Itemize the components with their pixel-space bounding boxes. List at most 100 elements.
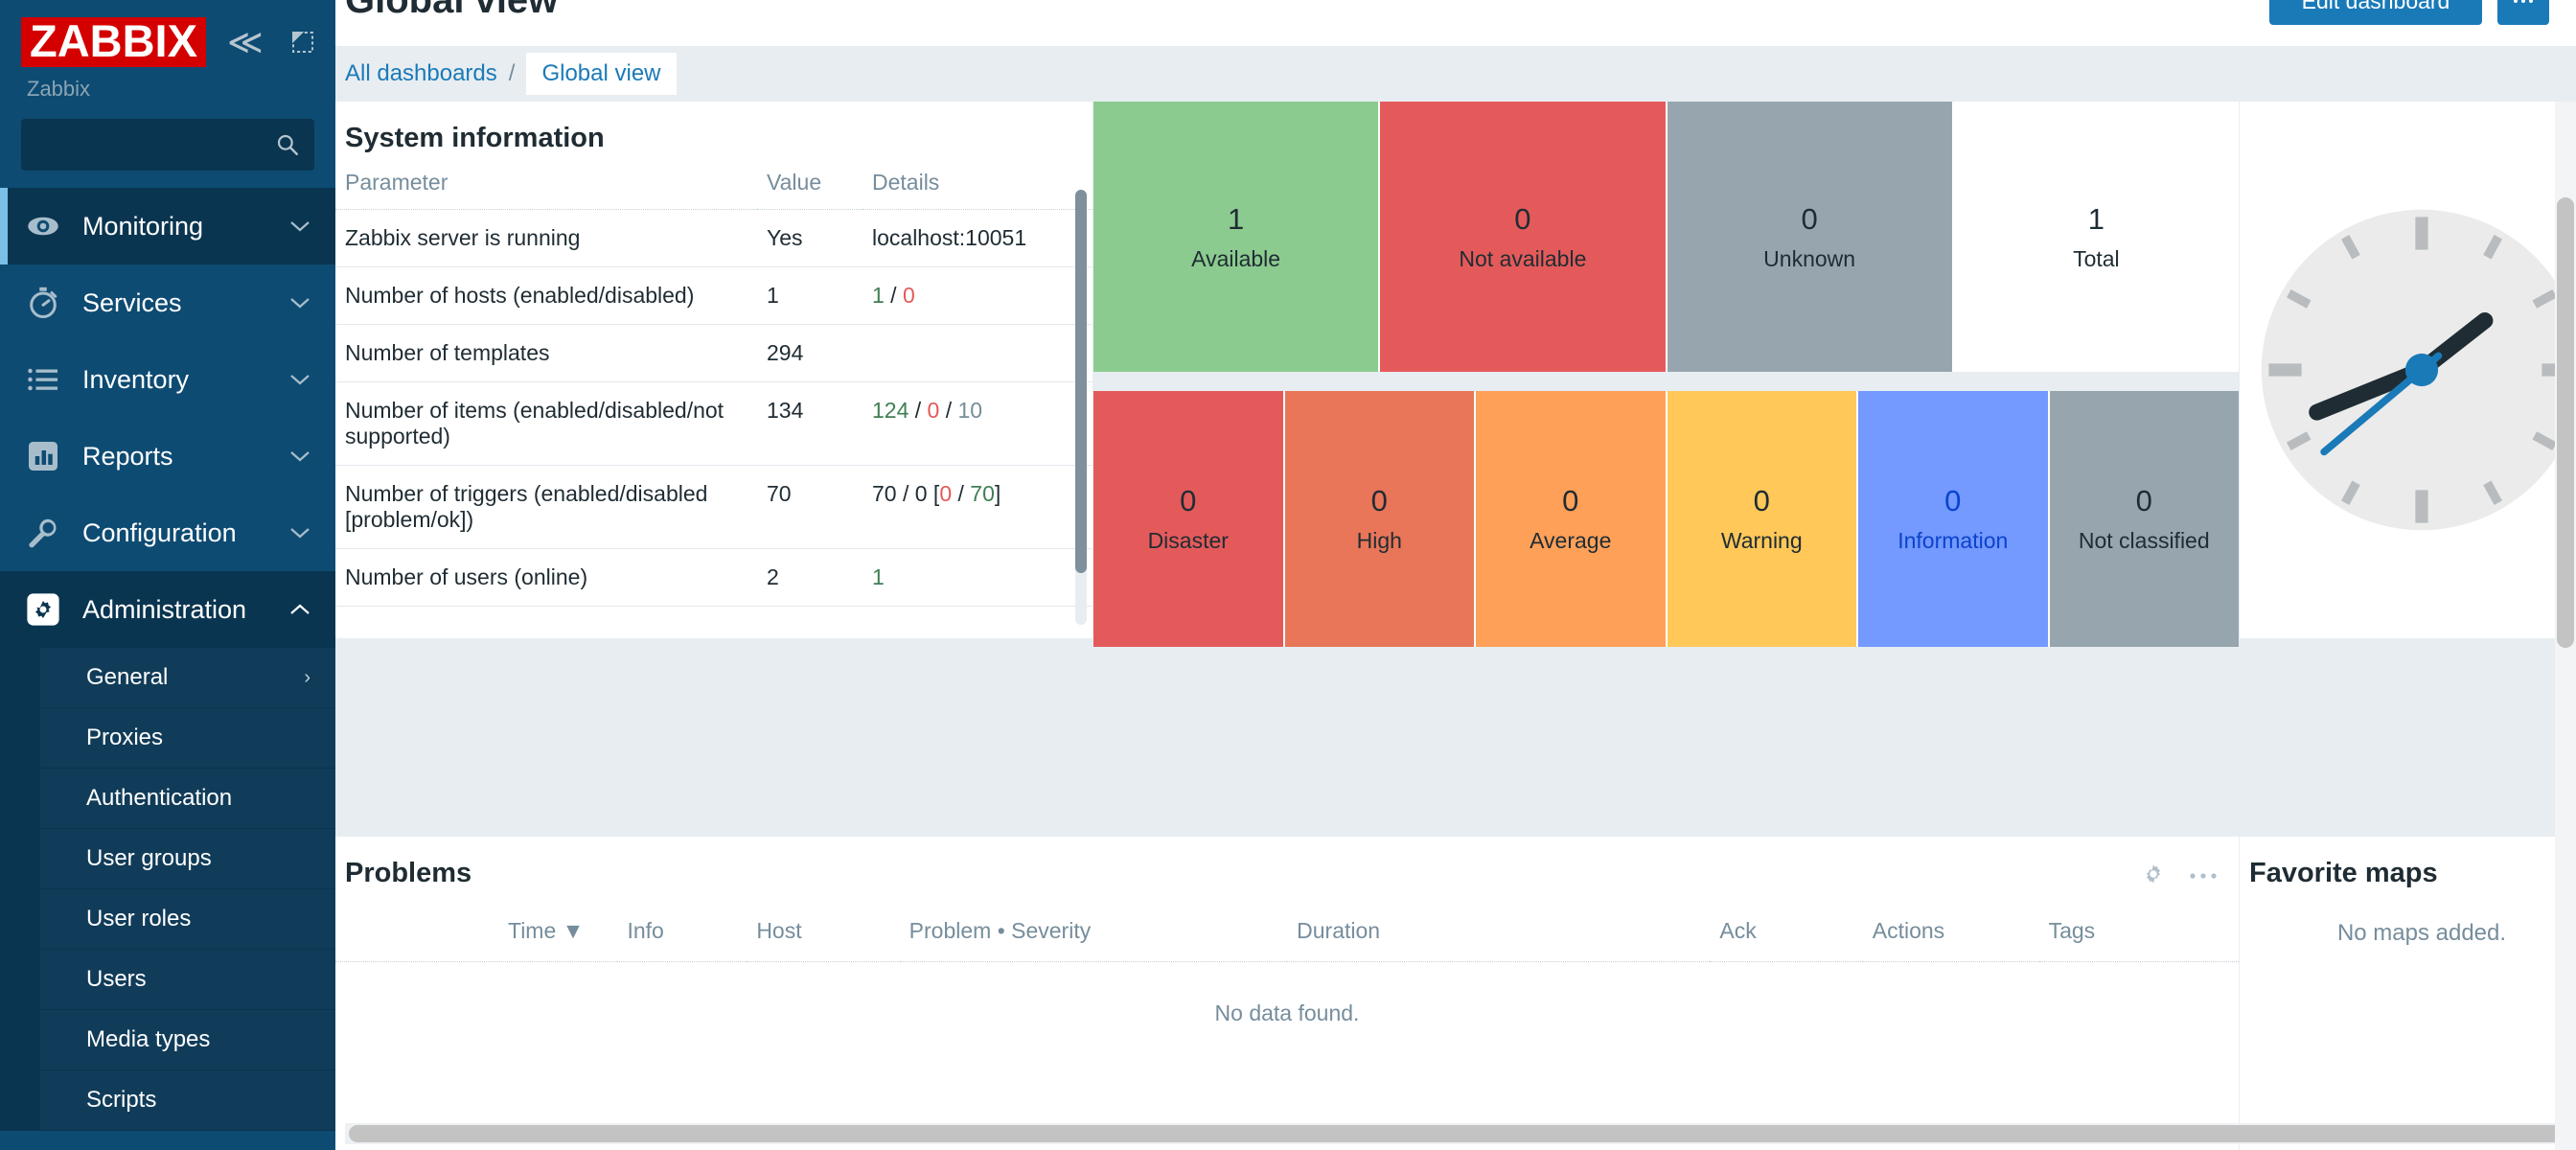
- host-availability-cell[interactable]: 0 Not available: [1380, 102, 1668, 372]
- chevron-down-icon: [289, 373, 310, 386]
- search-input[interactable]: [22, 120, 313, 170]
- chevron-right-icon: ›: [304, 666, 310, 688]
- host-availability-label: Unknown: [1763, 245, 1856, 271]
- sysinfo-details-cell: 124 / 0 / 10: [862, 381, 1092, 466]
- sidebar-subitem-general[interactable]: General ›: [40, 648, 335, 708]
- column-header[interactable]: Problem • Severity: [899, 905, 1288, 962]
- column-header-value[interactable]: Value: [757, 170, 862, 210]
- severity-count: 0: [1753, 484, 1770, 518]
- column-header[interactable]: Info: [617, 905, 748, 962]
- table-row: Zabbix server is running Yes localhost:100…: [335, 209, 1092, 267]
- column-header[interactable]: Host: [747, 905, 900, 962]
- sysinfo-value-cell: 294: [757, 324, 862, 382]
- collapse-sidebar-icon[interactable]: ≪: [227, 25, 264, 59]
- widget-title: Problems: [345, 858, 472, 888]
- sidebar-item-monitoring[interactable]: Monitoring: [0, 188, 335, 264]
- severity-cell[interactable]: 0 Warning: [1667, 391, 1858, 647]
- favorite-maps-empty-message: No maps added.: [2336, 920, 2507, 946]
- host-availability-cell[interactable]: 0 Unknown: [1667, 102, 1954, 372]
- sidebar-item-configuration[interactable]: Configuration: [0, 494, 335, 571]
- sysinfo-details-part: ]: [994, 481, 1001, 506]
- kebab-icon[interactable]: [2189, 868, 2218, 886]
- breadcrumb-all-dashboards[interactable]: All dashboards: [345, 60, 497, 87]
- severity-cell[interactable]: 0 High: [1284, 391, 1476, 647]
- severity-cell[interactable]: 0 Disaster: [1093, 391, 1285, 647]
- table-header-row: Time ▼ Info Host Problem • Severity Duration…: [335, 905, 2239, 962]
- sysinfo-details-part: 0: [939, 481, 953, 506]
- sidebar-subitem-media-types[interactable]: Media types: [40, 1010, 335, 1070]
- host-availability-cell[interactable]: 1 Total: [1953, 102, 2239, 372]
- host-availability-label: Available: [1191, 245, 1281, 271]
- column-header[interactable]: Ack: [1710, 905, 1863, 962]
- sysinfo-details-part: 70: [970, 481, 995, 506]
- column-header[interactable]: Time ▼: [335, 905, 618, 962]
- zabbix-logo[interactable]: ZABBIX: [21, 17, 206, 67]
- sysinfo-value-cell: Yes: [757, 209, 862, 267]
- gear-icon[interactable]: [2139, 860, 2168, 893]
- top-bar: Global view Edit dashboard: [335, 0, 2576, 46]
- edit-dashboard-button[interactable]: Edit dashboard: [2269, 0, 2482, 25]
- sysinfo-details-cell: localhost:10051: [862, 209, 1092, 267]
- hide-sidebar-icon[interactable]: [288, 28, 317, 57]
- main-content: Global view Edit dashboard All dashboard…: [335, 0, 2576, 1150]
- sidebar-item-label: Reports: [82, 441, 173, 471]
- breadcrumb-current[interactable]: Global view: [526, 53, 677, 95]
- chevron-down-icon: [289, 219, 310, 233]
- severity-label: High: [1356, 528, 1402, 553]
- kebab-icon: [2514, 0, 2533, 3]
- hide-sidebar-glyph: [291, 32, 313, 53]
- column-header-details[interactable]: Details: [862, 170, 1092, 210]
- table-row: Number of items (enabled/disabled/not su…: [335, 381, 1092, 466]
- severity-label: Disaster: [1147, 528, 1229, 553]
- sidebar-subitem-label: General: [86, 664, 169, 690]
- sidebar-subitem-users[interactable]: Users: [40, 950, 335, 1010]
- sysinfo-details-cell: 70 / 0 [0 / 70]: [862, 465, 1092, 549]
- gear-icon: [21, 591, 65, 628]
- sidebar-subitem-scripts[interactable]: Scripts: [40, 1070, 335, 1131]
- search-box[interactable]: [21, 119, 314, 171]
- sidebar-subitem-user-groups[interactable]: User groups: [40, 829, 335, 889]
- severity-count: 0: [1370, 484, 1388, 518]
- sidebar-subitem-authentication[interactable]: Authentication: [40, 769, 335, 829]
- sidebar-item-label: Monitoring: [82, 211, 204, 241]
- sidebar-nav: Monitoring Services Inventory Reports Co…: [0, 188, 335, 1131]
- sysinfo-parameter-cell: Zabbix server is running: [335, 209, 757, 267]
- severity-label: Warning: [1720, 528, 1803, 553]
- sidebar-subitem-label: User groups: [86, 845, 212, 871]
- severity-label: Information: [1898, 528, 2009, 553]
- sysinfo-details-part: 0: [927, 398, 940, 423]
- column-header[interactable]: Duration: [1287, 905, 1711, 962]
- problems-by-severity-row: 0 Disaster 0 High 0 Average 0 Warning 0 Informati…: [1093, 391, 2239, 647]
- breadcrumb-separator: /: [508, 60, 516, 86]
- sidebar-item-services[interactable]: Services: [0, 264, 335, 341]
- severity-cell[interactable]: 0 Information: [1858, 391, 2050, 647]
- chevron-down-icon: [289, 526, 310, 540]
- sysinfo-scrollbar-thumb[interactable]: [1075, 190, 1087, 573]
- clock-center-dot: [2404, 353, 2439, 387]
- column-header-parameter[interactable]: Parameter: [335, 170, 757, 210]
- sidebar-subitem-proxies[interactable]: Proxies: [40, 708, 335, 769]
- problems-widget: Problems Time ▼ Info Host Problem • Seve…: [335, 837, 2239, 1150]
- severity-cell[interactable]: 0 Not classified: [2049, 391, 2239, 647]
- page-hscrollbar-thumb[interactable]: [349, 1125, 2576, 1142]
- sidebar-subitem-label: Authentication: [86, 785, 233, 811]
- severity-cell[interactable]: 0 Average: [1476, 391, 1668, 647]
- administration-submenu: General › Proxies Authentication User gr…: [0, 648, 335, 1131]
- sidebar-item-inventory[interactable]: Inventory: [0, 341, 335, 418]
- dashboard-area: System information Parameter Value Detai…: [335, 102, 2576, 1150]
- sysinfo-details-part: 124: [872, 398, 909, 423]
- sidebar-subitem-label: Users: [86, 966, 147, 992]
- dashboard-kebab-button[interactable]: [2497, 0, 2549, 25]
- sidebar-subitem-user-roles[interactable]: User roles: [40, 889, 335, 950]
- sysinfo-details-part: /: [952, 481, 971, 506]
- host-availability-cell[interactable]: 1 Available: [1093, 102, 1381, 372]
- sidebar-item-administration[interactable]: Administration: [0, 571, 335, 648]
- sidebar-item-reports[interactable]: Reports: [0, 418, 335, 494]
- sidebar: ZABBIX ≪ Zabbix Monitoring Services Inve…: [0, 0, 335, 1150]
- page-vscrollbar-thumb[interactable]: [2557, 197, 2574, 648]
- column-header[interactable]: Actions: [1862, 905, 2039, 962]
- sidebar-search: [0, 102, 335, 171]
- wrench-icon: [21, 516, 65, 550]
- column-header[interactable]: Tags: [2038, 905, 2239, 962]
- table-header-row: Parameter Value Details: [335, 170, 1092, 210]
